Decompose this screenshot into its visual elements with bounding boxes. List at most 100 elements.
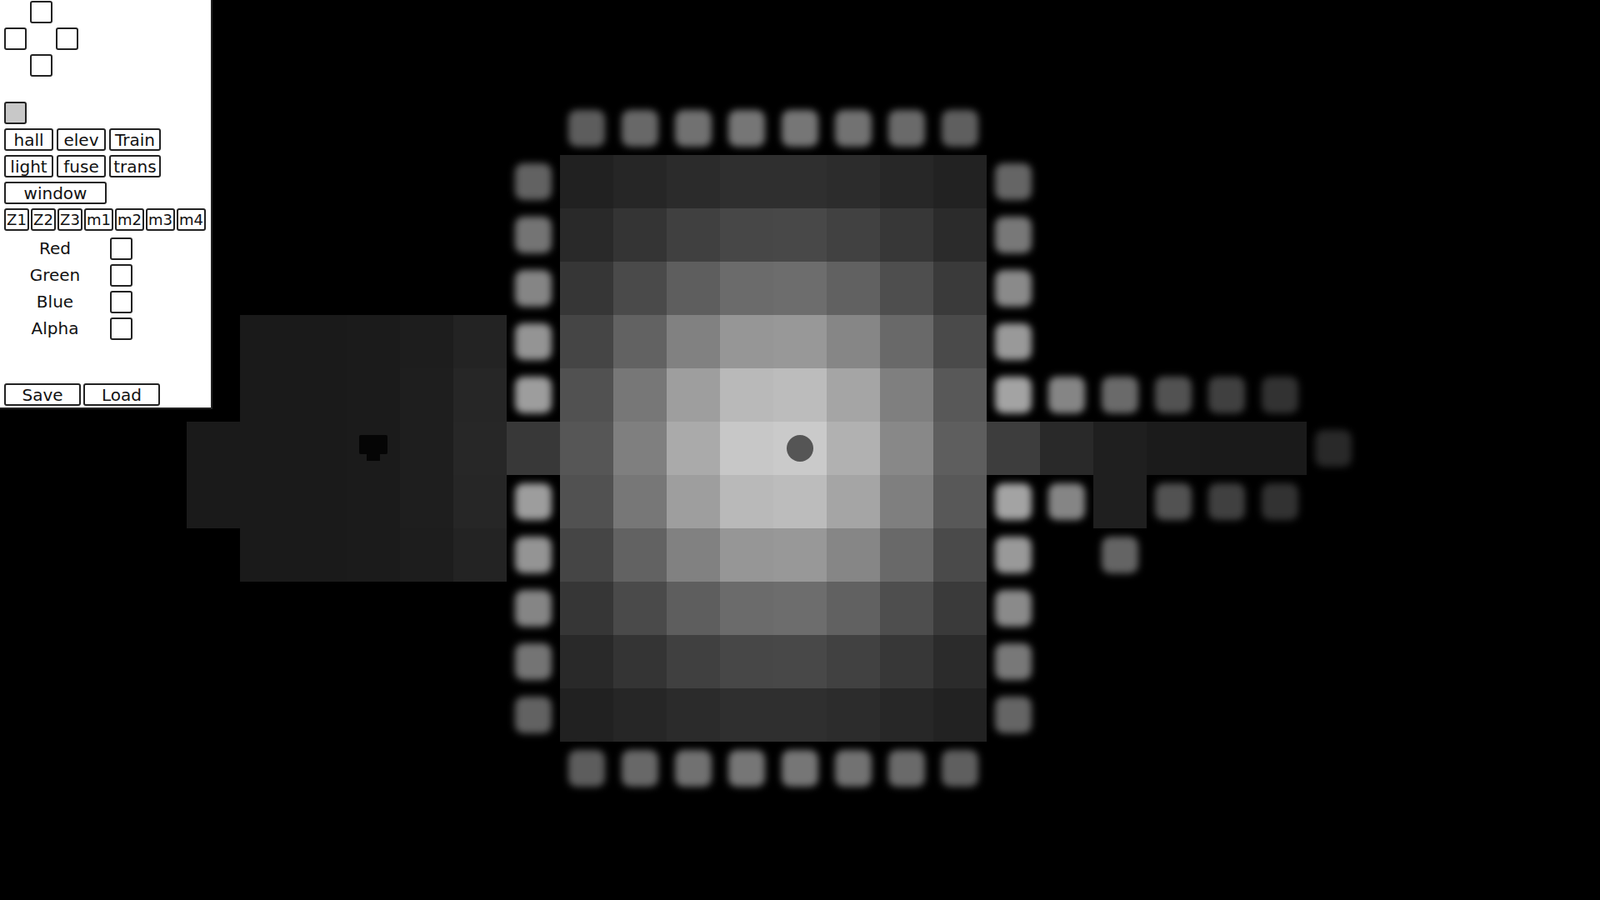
wall-tile[interactable] [835,750,872,787]
floor-tile[interactable] [240,475,294,529]
floor-tile[interactable] [1253,421,1307,475]
floor-tile[interactable] [720,635,774,689]
floor-tile[interactable] [666,688,720,742]
tool-button[interactable]: elev [56,128,106,151]
tool-button[interactable]: fuse [56,155,106,178]
floor-tile[interactable] [826,368,880,422]
floor-tile[interactable] [240,368,294,422]
floor-tile[interactable] [453,315,507,369]
tool-button[interactable]: light [4,155,54,178]
floor-tile[interactable] [293,475,347,529]
floor-tile[interactable] [880,208,934,262]
floor-tile[interactable] [720,581,774,635]
floor-tile[interactable] [666,261,720,315]
tool-button[interactable]: window [4,181,107,205]
floor-tile[interactable] [773,688,827,742]
wall-tile[interactable] [1261,483,1299,520]
wall-tile[interactable] [995,216,1032,254]
floor-tile[interactable] [720,261,774,315]
layer-button[interactable]: Z1 [4,208,30,231]
wall-tile[interactable] [995,696,1032,734]
floor-tile[interactable] [613,315,667,369]
floor-tile[interactable] [560,368,614,422]
wall-tile[interactable] [995,590,1032,627]
floor-tile[interactable] [666,475,720,529]
wall-tile[interactable] [515,696,552,734]
floor-tile[interactable] [400,421,454,475]
wall-tile[interactable] [1315,430,1352,467]
floor-tile[interactable] [826,475,880,529]
floor-tile[interactable] [400,528,454,582]
floor-tile[interactable] [773,155,827,209]
right-key[interactable] [55,27,79,50]
floor-tile[interactable] [773,208,827,262]
floor-tile[interactable] [560,475,614,529]
wall-tile[interactable] [1261,376,1299,414]
wall-tile[interactable] [781,110,819,147]
map-canvas[interactable] [186,101,1360,795]
layer-button[interactable]: Z2 [30,208,56,231]
floor-tile[interactable] [880,688,934,742]
channel-checkbox[interactable] [110,290,133,314]
floor-tile[interactable] [666,368,720,422]
floor-tile[interactable] [666,528,720,582]
floor-tile[interactable] [880,261,934,315]
floor-tile[interactable] [773,368,827,422]
floor-tile[interactable] [880,421,934,475]
wall-tile[interactable] [888,750,925,787]
floor-tile[interactable] [720,315,774,369]
floor-tile[interactable] [666,208,720,262]
floor-tile[interactable] [666,635,720,689]
floor-tile[interactable] [613,155,667,209]
floor-tile[interactable] [400,475,454,529]
wall-tile[interactable] [1101,376,1139,414]
floor-tile[interactable] [720,475,774,529]
wall-tile[interactable] [1208,376,1245,414]
wall-tile[interactable] [515,216,552,254]
wall-tile[interactable] [995,163,1032,200]
floor-tile[interactable] [453,475,507,529]
floor-tile[interactable] [560,155,614,209]
floor-tile[interactable] [560,635,614,689]
floor-tile[interactable] [826,528,880,582]
floor-tile[interactable] [773,315,827,369]
wall-tile[interactable] [995,536,1032,574]
wall-tile[interactable] [1101,536,1139,574]
wall-tile[interactable] [515,643,552,680]
channel-checkbox[interactable] [110,264,133,287]
floor-tile[interactable] [720,688,774,742]
floor-tile[interactable] [186,421,240,475]
floor-tile[interactable] [560,581,614,635]
layer-button[interactable]: m2 [115,208,145,231]
floor-tile[interactable] [933,155,987,209]
wall-tile[interactable] [1155,376,1192,414]
floor-tile[interactable] [933,475,987,529]
wall-tile[interactable] [1048,376,1085,414]
floor-tile[interactable] [933,208,987,262]
floor-tile[interactable] [666,315,720,369]
wall-tile[interactable] [995,323,1032,360]
floor-tile[interactable] [773,528,827,582]
floor-tile[interactable] [1200,421,1254,475]
wall-tile[interactable] [995,643,1032,680]
up-key[interactable] [30,0,53,24]
floor-tile[interactable] [880,315,934,369]
wall-tile[interactable] [1155,483,1192,520]
floor-tile[interactable] [613,475,667,529]
wall-tile[interactable] [728,750,765,787]
wall-tile[interactable] [675,750,712,787]
floor-tile[interactable] [933,261,987,315]
floor-tile[interactable] [880,581,934,635]
floor-tile[interactable] [720,155,774,209]
floor-tile[interactable] [826,421,880,475]
floor-tile[interactable] [400,368,454,422]
wall-tile[interactable] [568,750,605,787]
floor-tile[interactable] [453,421,507,475]
floor-tile[interactable] [880,368,934,422]
floor-tile[interactable] [560,261,614,315]
floor-tile[interactable] [933,528,987,582]
wall-tile[interactable] [515,323,552,360]
floor-tile[interactable] [560,208,614,262]
floor-tile[interactable] [453,368,507,422]
wall-tile[interactable] [621,750,659,787]
